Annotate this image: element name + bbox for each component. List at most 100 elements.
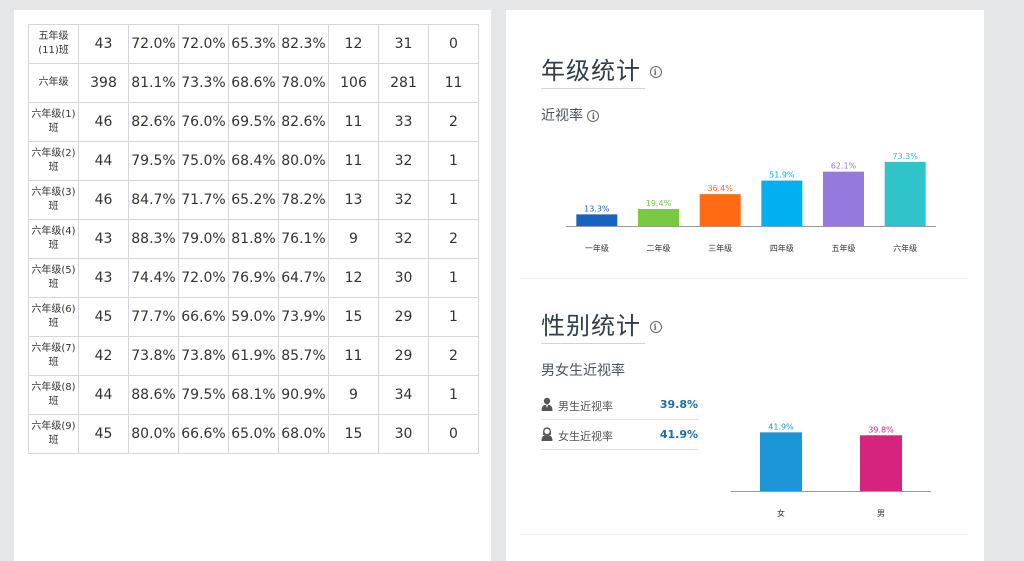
table-cell: 65.0% bbox=[228, 414, 279, 454]
table-cell: 68.6% bbox=[228, 63, 279, 103]
table-cell: 76.1% bbox=[278, 219, 329, 259]
table-cell: 80.0% bbox=[278, 141, 329, 181]
table-cell: 1 bbox=[428, 297, 479, 337]
table-cell: 43 bbox=[78, 24, 129, 64]
grade-subtitle: 近视率 i bbox=[541, 105, 600, 125]
class-name-cell: 五年级 (11)班 bbox=[28, 24, 79, 64]
bar-5[interactable] bbox=[884, 161, 926, 226]
male-myopia-row: 男生近视率 39.8% bbox=[541, 393, 698, 420]
male-rate-label: 男生近视率 bbox=[558, 400, 613, 413]
bar-value-label: 39.8% bbox=[868, 425, 894, 434]
x-tick-label: 二年级 bbox=[647, 243, 671, 253]
grade-section-title: 年级统计 i bbox=[541, 51, 662, 86]
table-row: 五年级 (11)班 43 72.0% 72.0% 65.3% 82.3% 12 31 0 bbox=[28, 24, 479, 64]
grade-myopia-chart: 13.3% 一年级 19.4% 二年级 36.4% 三年级 51.9% 四年级 62.1% 五年级… bbox=[566, 152, 936, 253]
class-name-cell: 六年级(9) 班 bbox=[28, 414, 79, 454]
bar-0[interactable] bbox=[760, 432, 802, 491]
table-cell: 33 bbox=[378, 102, 429, 142]
table-cell: 73.3% bbox=[178, 63, 229, 103]
table-row: 六年级(3) 班 46 84.7% 71.7% 65.2% 78.2% 13 32 1 bbox=[28, 180, 479, 220]
table-cell: 42 bbox=[78, 336, 129, 376]
table-cell: 34 bbox=[378, 375, 429, 415]
x-tick-label: 五年级 bbox=[832, 243, 856, 253]
table-row: 六年级(1) 班 46 82.6% 76.0% 69.5% 82.6% 11 33 2 bbox=[28, 102, 479, 142]
class-name-cell: 六年级(6) 班 bbox=[28, 297, 79, 337]
table-row: 六年级(8) 班 44 88.6% 79.5% 68.1% 90.9% 9 34 1 bbox=[28, 375, 479, 415]
table-cell: 81.8% bbox=[228, 219, 279, 259]
table-cell: 71.7% bbox=[178, 180, 229, 220]
bar-value-label: 36.4% bbox=[707, 184, 733, 193]
table-cell: 82.3% bbox=[278, 24, 329, 64]
bar-0[interactable] bbox=[576, 214, 618, 226]
table-cell: 43 bbox=[78, 258, 129, 298]
table-cell: 32 bbox=[378, 219, 429, 259]
table-cell: 9 bbox=[328, 375, 379, 415]
class-name-cell: 六年级(7) 班 bbox=[28, 336, 79, 376]
table-cell: 64.7% bbox=[278, 258, 329, 298]
table-cell: 79.5% bbox=[128, 141, 179, 181]
table-cell: 69.5% bbox=[228, 102, 279, 142]
table-row: 六年级(2) 班 44 79.5% 75.0% 68.4% 80.0% 11 32 1 bbox=[28, 141, 479, 181]
bar-1[interactable] bbox=[860, 435, 902, 491]
table-cell: 29 bbox=[378, 336, 429, 376]
gender-title-text: 性别统计 bbox=[541, 312, 641, 340]
table-cell: 72.0% bbox=[128, 24, 179, 64]
x-tick-label: 六年级 bbox=[893, 243, 917, 253]
class-statistics-table: 五年级 (11)班 43 72.0% 72.0% 65.3% 82.3% 12 31 0 六年级 39… bbox=[28, 24, 479, 454]
table-cell: 44 bbox=[78, 375, 129, 415]
table-cell: 73.8% bbox=[178, 336, 229, 376]
bar-4[interactable] bbox=[823, 171, 864, 226]
bar-value-label: 51.9% bbox=[769, 171, 795, 180]
class-name-cell: 六年级(2) 班 bbox=[28, 141, 79, 181]
table-row: 六年级 398 81.1% 73.3% 68.6% 78.0% 106 281 11 bbox=[28, 63, 479, 103]
table-cell: 68.0% bbox=[278, 414, 329, 454]
table-cell: 12 bbox=[328, 24, 379, 64]
table-row: 六年级(5) 班 43 74.4% 72.0% 76.9% 64.7% 12 30 1 bbox=[28, 258, 479, 298]
info-icon[interactable]: i bbox=[649, 66, 662, 78]
table-cell: 46 bbox=[78, 102, 129, 142]
table-cell: 59.0% bbox=[228, 297, 279, 337]
table-cell: 30 bbox=[378, 258, 429, 298]
table-cell: 0 bbox=[428, 24, 479, 64]
table-cell: 11 bbox=[328, 336, 379, 376]
table-cell: 82.6% bbox=[128, 102, 179, 142]
bar-3[interactable] bbox=[761, 180, 803, 226]
table-cell: 90.9% bbox=[278, 375, 329, 415]
table-cell: 72.0% bbox=[178, 24, 229, 64]
table-cell: 66.6% bbox=[178, 297, 229, 337]
class-name-cell: 六年级(8) 班 bbox=[28, 375, 79, 415]
male-rate-value: 39.8% bbox=[659, 398, 698, 411]
female-student-icon bbox=[541, 427, 553, 441]
table-cell: 68.1% bbox=[228, 375, 279, 415]
table-cell: 15 bbox=[328, 414, 379, 454]
bar-value-label: 13.3% bbox=[584, 204, 610, 213]
info-icon[interactable]: i bbox=[649, 321, 662, 333]
table-cell: 44 bbox=[78, 141, 129, 181]
class-name-cell: 六年级(4) 班 bbox=[28, 219, 79, 259]
x-tick-label: 四年级 bbox=[770, 243, 794, 253]
table-cell: 32 bbox=[378, 141, 429, 181]
table-cell: 73.8% bbox=[128, 336, 179, 376]
bar-value-label: 41.9% bbox=[768, 422, 794, 431]
table-cell: 106 bbox=[328, 63, 379, 103]
class-name-cell: 六年级 bbox=[28, 63, 79, 103]
table-cell: 2 bbox=[428, 336, 479, 376]
table-cell: 65.2% bbox=[228, 180, 279, 220]
male-student-icon bbox=[541, 397, 553, 411]
table-row: 六年级(4) 班 43 88.3% 79.0% 81.8% 76.1% 9 32 2 bbox=[28, 219, 479, 259]
bar-1[interactable] bbox=[638, 209, 679, 226]
gender-section-title: 性别统计 i bbox=[541, 306, 662, 341]
table-cell: 9 bbox=[328, 219, 379, 259]
bar-2[interactable] bbox=[699, 194, 741, 226]
class-name-cell: 六年级(3) 班 bbox=[28, 180, 79, 220]
x-tick-label: 女 bbox=[777, 508, 785, 518]
table-cell: 65.3% bbox=[228, 24, 279, 64]
table-cell: 398 bbox=[78, 63, 129, 103]
table-cell: 45 bbox=[78, 297, 129, 337]
table-cell: 13 bbox=[328, 180, 379, 220]
x-tick-label: 三年级 bbox=[708, 243, 732, 253]
table-cell: 78.2% bbox=[278, 180, 329, 220]
table-cell: 84.7% bbox=[128, 180, 179, 220]
info-icon[interactable]: i bbox=[587, 110, 600, 122]
table-cell: 1 bbox=[428, 375, 479, 415]
